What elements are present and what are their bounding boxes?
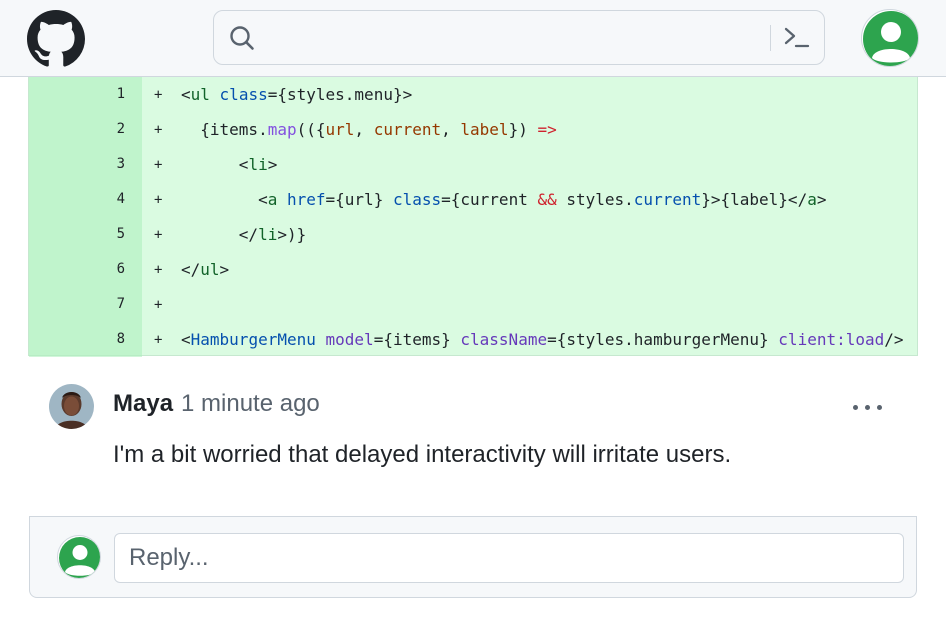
reply-input[interactable] [114, 533, 904, 583]
top-header [0, 0, 946, 77]
diff-line: 7 + [29, 287, 917, 322]
diff-add-marker: + [154, 297, 163, 313]
diff-add-marker: + [154, 227, 163, 243]
diff-line: 1 + <ul class={styles.menu}> [29, 77, 917, 112]
code-text: </li>)} [181, 225, 307, 244]
code-text: {items.map(({url, current, label}) => [181, 120, 557, 139]
github-logo-icon[interactable] [27, 10, 85, 68]
comment-author-avatar[interactable] [49, 384, 94, 429]
search-divider [770, 25, 771, 51]
user-avatar-icon[interactable] [861, 9, 919, 67]
search-icon [228, 24, 256, 52]
diff-add-marker: + [154, 157, 163, 173]
line-number: 8 [116, 331, 125, 347]
comment-body: I'm a bit worried that delayed interacti… [113, 441, 732, 468]
diff-line: 3 + <li> [29, 147, 917, 182]
diff-add-marker: + [154, 122, 163, 138]
terminal-icon[interactable] [782, 24, 812, 52]
diff-add-marker: + [154, 262, 163, 278]
more-options-icon[interactable] [849, 395, 887, 421]
diff-line: 6 + </ul> [29, 252, 917, 287]
diff-line: 2 + {items.map(({url, current, label}) =… [29, 112, 917, 147]
comment-timestamp[interactable]: 1 minute ago [181, 390, 320, 418]
code-text: <ul class={styles.menu}> [181, 85, 413, 104]
diff-line: 4 + <a href={url} class={current && styl… [29, 182, 917, 217]
user-avatar-icon [57, 535, 101, 579]
code-text: <a href={url} class={current && styles.c… [181, 190, 827, 209]
diff-add-marker: + [154, 332, 163, 348]
line-number: 4 [116, 191, 125, 207]
diff-line: 8 + <HamburgerMenu model={items} classNa… [29, 322, 917, 357]
line-number: 6 [116, 261, 125, 277]
reply-box [29, 516, 917, 598]
line-number: 3 [116, 156, 125, 172]
search-bar[interactable] [213, 10, 825, 65]
code-text: </ul> [181, 260, 230, 279]
diff-add-marker: + [154, 87, 163, 103]
line-number: 7 [116, 296, 125, 312]
diff-line: 5 + </li>)} [29, 217, 917, 252]
line-number: 1 [116, 86, 125, 102]
code-text: <li> [181, 155, 278, 174]
line-number: 2 [116, 121, 125, 137]
code-text: <HamburgerMenu model={items} className={… [181, 330, 904, 349]
code-diff: 1 + <ul class={styles.menu}> 2 + {items.… [28, 77, 918, 357]
comment-author-name[interactable]: Maya [113, 390, 173, 418]
line-number: 5 [116, 226, 125, 242]
diff-add-marker: + [154, 192, 163, 208]
